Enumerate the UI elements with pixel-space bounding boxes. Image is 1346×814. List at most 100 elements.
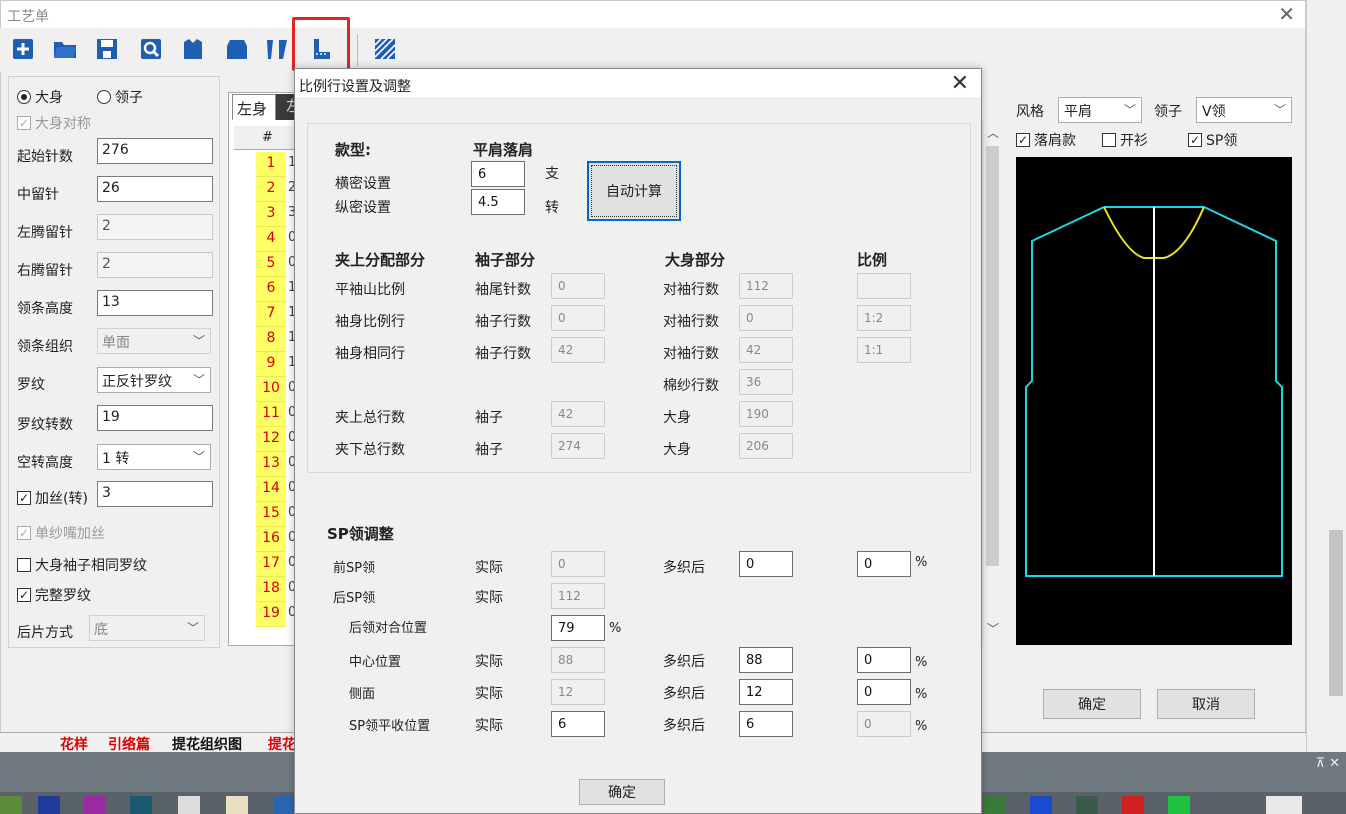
palette-icon[interactable] xyxy=(130,796,152,814)
collar-structure-select[interactable]: 单面 ﹀ xyxy=(97,328,211,354)
r1-sleeve-field[interactable]: 0 xyxy=(551,273,605,299)
body-symmetric-checkbox[interactable]: ✓ 大身对称 xyxy=(17,113,91,133)
table-row-number[interactable]: 18 xyxy=(256,577,286,602)
center-pct-input[interactable]: 0 xyxy=(857,647,911,673)
palette-icon[interactable] xyxy=(1168,796,1190,814)
palette-icon[interactable] xyxy=(0,796,22,814)
palette-icon[interactable] xyxy=(226,796,248,814)
sp-front-pct-input[interactable]: 0 xyxy=(857,551,911,577)
back-mode-select[interactable]: 底 ﹀ xyxy=(89,615,205,641)
body-flat-button[interactable] xyxy=(222,34,252,64)
r3-ratio-field[interactable]: 1:1 xyxy=(857,337,911,363)
pattern-button[interactable] xyxy=(370,34,400,64)
r2-sleeve-field[interactable]: 0 xyxy=(551,305,605,331)
right-armpit-input[interactable]: 2 xyxy=(97,252,213,278)
single-yarn-checkbox[interactable]: ✓ 单纱嘴加丝 xyxy=(17,523,105,543)
open-folder-button[interactable] xyxy=(50,34,80,64)
r3-sleeve-field[interactable]: 42 xyxy=(551,337,605,363)
table-row-number[interactable]: 5 xyxy=(256,252,286,277)
main-ok-button[interactable]: 确定 xyxy=(1043,689,1141,719)
cardigan-checkbox[interactable]: 开衫 xyxy=(1102,130,1148,150)
tab-left-body[interactable]: 左身 xyxy=(232,94,276,120)
bottom-tab-pattern[interactable]: 花样 xyxy=(60,734,88,754)
sp-back-actual-field[interactable]: 112 xyxy=(551,583,605,609)
r1-ratio-field[interactable] xyxy=(857,273,911,299)
table-row-number[interactable]: 19 xyxy=(256,602,286,627)
full-rib-checkbox[interactable]: ✓ 完整罗纹 xyxy=(17,585,91,605)
table-row-number[interactable]: 15 xyxy=(256,502,286,527)
r3-body-field[interactable]: 42 xyxy=(739,337,793,363)
bottom-tab-guide[interactable]: 引络篇 xyxy=(108,734,150,754)
palette-icon[interactable] xyxy=(1030,796,1052,814)
main-close-icon[interactable]: ✕ xyxy=(1278,2,1295,26)
rib-select[interactable]: 正反针罗纹 ﹀ xyxy=(97,367,211,393)
table-row-number[interactable]: 10 xyxy=(256,377,286,402)
r5-sleeve-field[interactable]: 42 xyxy=(551,401,605,427)
table-row-number[interactable]: 12 xyxy=(256,427,286,452)
side-pct-input[interactable]: 0 xyxy=(857,679,911,705)
middle-needles-input[interactable]: 26 xyxy=(97,176,213,202)
idle-height-select[interactable]: 1 转 ﹀ xyxy=(97,444,211,470)
sp-front-after-input[interactable]: 0 xyxy=(739,551,793,577)
palette-icon[interactable] xyxy=(984,796,1006,814)
palette-icon[interactable] xyxy=(1122,796,1144,814)
scroll-down-icon[interactable]: ﹀ xyxy=(987,620,999,637)
drop-shoulder-checkbox[interactable]: ✓ 落肩款 xyxy=(1016,130,1076,150)
flat-pos-actual-input[interactable]: 6 xyxy=(551,711,605,737)
side-actual-field[interactable]: 12 xyxy=(551,679,605,705)
style-select[interactable]: 平肩 ﹀ xyxy=(1058,97,1142,123)
table-row-number[interactable]: 7 xyxy=(256,302,286,327)
bottom-tab-jacquard[interactable]: 提花 xyxy=(268,734,296,754)
collar-height-input[interactable]: 13 xyxy=(97,290,213,316)
palette-icon[interactable] xyxy=(84,796,106,814)
bottom-tab-jacquard-chart[interactable]: 提花组织图 xyxy=(172,734,242,754)
save-button[interactable] xyxy=(92,34,122,64)
h-density-input[interactable]: 6 xyxy=(471,161,525,187)
v-density-input[interactable]: 4.5 xyxy=(471,189,525,215)
add-yarn-input[interactable]: 3 xyxy=(97,481,213,507)
dialog-close-icon[interactable]: ✕ xyxy=(951,71,969,96)
sleeve-button[interactable] xyxy=(262,34,292,64)
palette-icon[interactable] xyxy=(38,796,60,814)
body-shape-button[interactable] xyxy=(178,34,208,64)
r6-body-field[interactable]: 206 xyxy=(739,433,793,459)
palette-nav-icon[interactable] xyxy=(1266,796,1302,814)
table-row-number[interactable]: 8 xyxy=(256,327,286,352)
r2-body-field[interactable]: 0 xyxy=(739,305,793,331)
table-row-number[interactable]: 11 xyxy=(256,402,286,427)
table-row-number[interactable]: 17 xyxy=(256,552,286,577)
table-row-number[interactable]: 2 xyxy=(256,177,286,202)
table-row-number[interactable]: 3 xyxy=(256,202,286,227)
center-after-input[interactable]: 88 xyxy=(739,647,793,673)
r4-body-field[interactable]: 36 xyxy=(739,369,793,395)
new-file-button[interactable] xyxy=(8,34,38,64)
table-row-number[interactable]: 9 xyxy=(256,352,286,377)
table-row-number[interactable]: 14 xyxy=(256,477,286,502)
table-row-number[interactable]: 6 xyxy=(256,277,286,302)
add-yarn-checkbox[interactable]: ✓ 加丝(转) xyxy=(17,485,88,511)
flat-pos-pct-field[interactable]: 0 xyxy=(857,711,911,737)
right-scroll-thumb[interactable] xyxy=(1329,530,1343,696)
palette-icon[interactable] xyxy=(178,796,200,814)
same-rib-checkbox[interactable]: 大身袖子相同罗纹 xyxy=(17,555,147,575)
side-after-input[interactable]: 12 xyxy=(739,679,793,705)
main-cancel-button[interactable]: 取消 xyxy=(1157,689,1255,719)
back-align-input[interactable]: 79 xyxy=(551,615,605,641)
r1-body-field[interactable]: 112 xyxy=(739,273,793,299)
rib-turns-input[interactable]: 19 xyxy=(97,405,213,431)
radio-collar[interactable]: 领子 xyxy=(97,87,143,107)
palette-icon[interactable] xyxy=(1076,796,1098,814)
radio-body[interactable]: 大身 xyxy=(17,87,63,107)
left-armpit-input[interactable]: 2 xyxy=(97,214,213,240)
flat-pos-after-input[interactable]: 6 xyxy=(739,711,793,737)
search-button[interactable] xyxy=(136,34,166,64)
scroll-thumb[interactable] xyxy=(986,146,999,566)
table-row-number[interactable]: 16 xyxy=(256,527,286,552)
r6-sleeve-field[interactable]: 274 xyxy=(551,433,605,459)
vertical-scrollbar[interactable]: ︿ ﹀ xyxy=(982,120,1002,646)
r2-ratio-field[interactable]: 1:2 xyxy=(857,305,911,331)
table-row-number[interactable]: 4 xyxy=(256,227,286,252)
start-needles-input[interactable]: 276 xyxy=(97,138,213,164)
pin-close-icon[interactable]: ⊼ ✕ xyxy=(1315,756,1340,771)
table-row-number[interactable]: 1 xyxy=(256,152,286,177)
